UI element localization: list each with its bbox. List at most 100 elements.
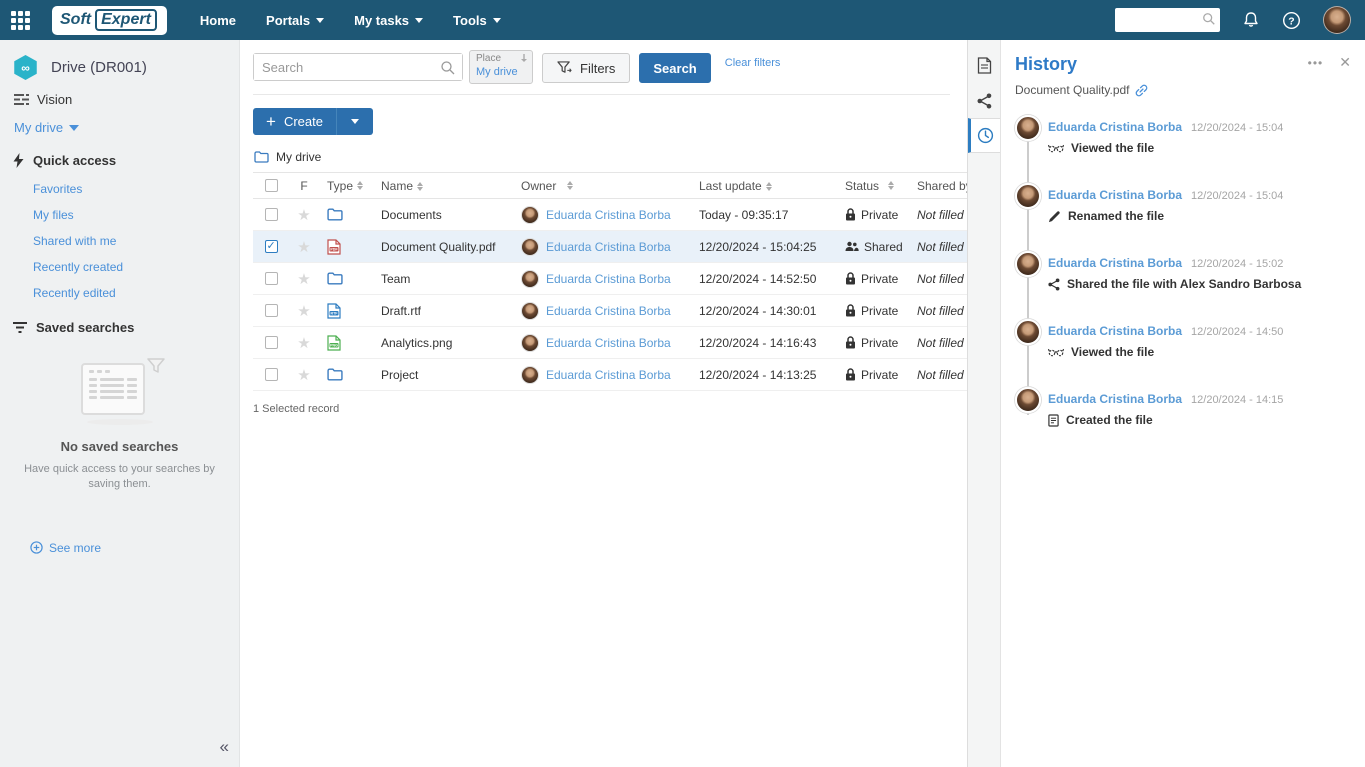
file-name[interactable]: Team — [371, 272, 513, 286]
row-checkbox[interactable] — [265, 240, 278, 253]
event-action: Viewed the file — [1071, 345, 1154, 359]
place-dropdown[interactable]: Place My drive — [469, 50, 533, 84]
menu-tools[interactable]: Tools — [438, 0, 516, 40]
tab-share[interactable] — [968, 83, 1000, 118]
row-checkbox[interactable] — [265, 336, 278, 349]
avatar — [521, 206, 539, 224]
place-value: My drive — [476, 66, 526, 80]
avatar — [1015, 115, 1041, 141]
tab-history[interactable] — [968, 118, 1000, 153]
apps-grid-icon[interactable] — [0, 11, 40, 30]
close-icon[interactable]: ✕ — [1339, 54, 1351, 71]
user-avatar[interactable] — [1323, 6, 1351, 34]
table-row[interactable]: ★ PNG Analytics.png Eduarda Cristina Bor… — [253, 327, 967, 359]
create-dropdown-button[interactable] — [336, 108, 373, 135]
owner-link[interactable]: Eduarda Cristina Borba — [546, 240, 671, 254]
col-name[interactable]: Name — [371, 179, 513, 193]
event-user-link[interactable]: Eduarda Cristina Borba — [1048, 120, 1182, 134]
file-name[interactable]: Document Quality.pdf — [371, 240, 513, 254]
col-owner[interactable]: Owner — [513, 179, 689, 193]
table-row[interactable]: ★ RTF Draft.rtf Eduarda Cristina Borba 1… — [253, 295, 967, 327]
sidebar-item-my-drive[interactable]: My drive — [0, 107, 239, 135]
owner-link[interactable]: Eduarda Cristina Borba — [546, 304, 671, 318]
table-header-row: F Type Name Owner Last update Status Sha… — [253, 172, 967, 199]
favorite-star-icon[interactable]: ★ — [297, 302, 310, 320]
status-badge: Shared — [864, 240, 903, 254]
file-name[interactable]: Draft.rtf — [371, 304, 513, 318]
table-row[interactable]: ★ PDF Document Quality.pdf Eduarda Crist… — [253, 231, 967, 263]
sidebar-item-my-files[interactable]: My files — [33, 198, 239, 224]
table-row[interactable]: ★ Project Eduarda Cristina Borba 12/20/2… — [253, 359, 967, 391]
file-name[interactable]: Analytics.png — [371, 336, 513, 350]
pencil-icon — [1048, 210, 1061, 223]
select-all-checkbox[interactable] — [265, 179, 278, 192]
favorite-star-icon[interactable]: ★ — [297, 366, 310, 384]
global-search-box[interactable] — [1115, 8, 1220, 32]
col-shared-by[interactable]: Shared by — [909, 179, 967, 193]
breadcrumb-label[interactable]: My drive — [276, 150, 321, 164]
collapse-sidebar-icon[interactable]: « — [220, 737, 229, 757]
owner-link[interactable]: Eduarda Cristina Borba — [546, 336, 671, 350]
file-name[interactable]: Project — [371, 368, 513, 382]
create-button[interactable]: + Create — [253, 108, 336, 135]
file-name[interactable]: Documents — [371, 208, 513, 222]
row-checkbox[interactable] — [265, 368, 278, 381]
favorite-star-icon[interactable]: ★ — [297, 206, 310, 224]
event-user-link[interactable]: Eduarda Cristina Borba — [1048, 392, 1182, 406]
notifications-bell-icon[interactable] — [1242, 11, 1260, 29]
table-row[interactable]: ★ Documents Eduarda Cristina Borba Today… — [253, 199, 967, 231]
favorite-star-icon[interactable]: ★ — [297, 270, 310, 288]
filters-button[interactable]: Filters — [542, 53, 630, 83]
files-table: F Type Name Owner Last update Status Sha… — [253, 172, 967, 391]
event-user-link[interactable]: Eduarda Cristina Borba — [1048, 256, 1182, 270]
col-status[interactable]: Status — [835, 179, 909, 193]
panel-file-name: Document Quality.pdf — [1015, 83, 1130, 97]
pdf-file-icon: PDF — [327, 239, 341, 255]
history-event: Eduarda Cristina Borba 12/20/2024 - 15:0… — [1015, 251, 1351, 319]
softexpert-logo[interactable]: Soft Expert — [52, 6, 167, 35]
menu-home[interactable]: Home — [185, 0, 251, 40]
app-title: Drive (DR001) — [51, 59, 147, 76]
clear-filters-link[interactable]: Clear filters — [725, 57, 781, 69]
more-options-icon[interactable]: ••• — [1308, 56, 1324, 70]
event-user-link[interactable]: Eduarda Cristina Borba — [1048, 188, 1182, 202]
filter-search-input[interactable] — [254, 54, 462, 80]
owner-link[interactable]: Eduarda Cristina Borba — [546, 368, 671, 382]
sidebar-item-recently-edited[interactable]: Recently edited — [33, 276, 239, 302]
row-checkbox[interactable] — [265, 272, 278, 285]
favorite-star-icon[interactable]: ★ — [297, 334, 310, 352]
search-button[interactable]: Search — [639, 53, 710, 83]
sidebar-item-shared-with-me[interactable]: Shared with me — [33, 224, 239, 250]
menu-my-tasks[interactable]: My tasks — [339, 0, 438, 40]
owner-link[interactable]: Eduarda Cristina Borba — [546, 208, 671, 222]
chevron-down-icon — [69, 125, 79, 131]
col-type[interactable]: Type — [319, 179, 371, 193]
row-checkbox[interactable] — [265, 208, 278, 221]
saved-searches-header: Saved searches — [0, 302, 239, 335]
event-time: 12/20/2024 - 14:15 — [1191, 394, 1283, 406]
sidebar-item-vision[interactable]: Vision — [0, 80, 239, 107]
row-checkbox[interactable] — [265, 304, 278, 317]
help-icon[interactable]: ? — [1282, 11, 1301, 30]
empty-state-caption: Have quick access to your searches by sa… — [18, 462, 221, 493]
owner-link[interactable]: Eduarda Cristina Borba — [546, 272, 671, 286]
link-icon[interactable] — [1135, 84, 1148, 97]
menu-portals[interactable]: Portals — [251, 0, 339, 40]
last-update: 12/20/2024 - 14:16:43 — [689, 336, 835, 350]
favorite-star-icon[interactable]: ★ — [297, 238, 310, 256]
col-favorite[interactable]: F — [289, 179, 319, 193]
col-last-update[interactable]: Last update — [689, 179, 835, 193]
event-user-link[interactable]: Eduarda Cristina Borba — [1048, 324, 1182, 338]
filter-search-box[interactable] — [253, 53, 463, 81]
sort-icon — [766, 182, 772, 191]
status-badge: Private — [861, 272, 898, 286]
see-more-link[interactable]: See more — [30, 541, 239, 555]
history-event: Eduarda Cristina Borba 12/20/2024 - 14:5… — [1015, 319, 1351, 387]
no-saved-searches-illustration — [81, 363, 159, 425]
sidebar-item-favorites[interactable]: Favorites — [33, 172, 239, 198]
left-sidebar: ∞ Drive (DR001) Vision My drive Quick ac… — [0, 40, 240, 767]
tab-details[interactable] — [968, 48, 1000, 83]
table-row[interactable]: ★ Team Eduarda Cristina Borba 12/20/2024… — [253, 263, 967, 295]
sidebar-item-recently-created[interactable]: Recently created — [33, 250, 239, 276]
pin-icon — [520, 54, 528, 63]
